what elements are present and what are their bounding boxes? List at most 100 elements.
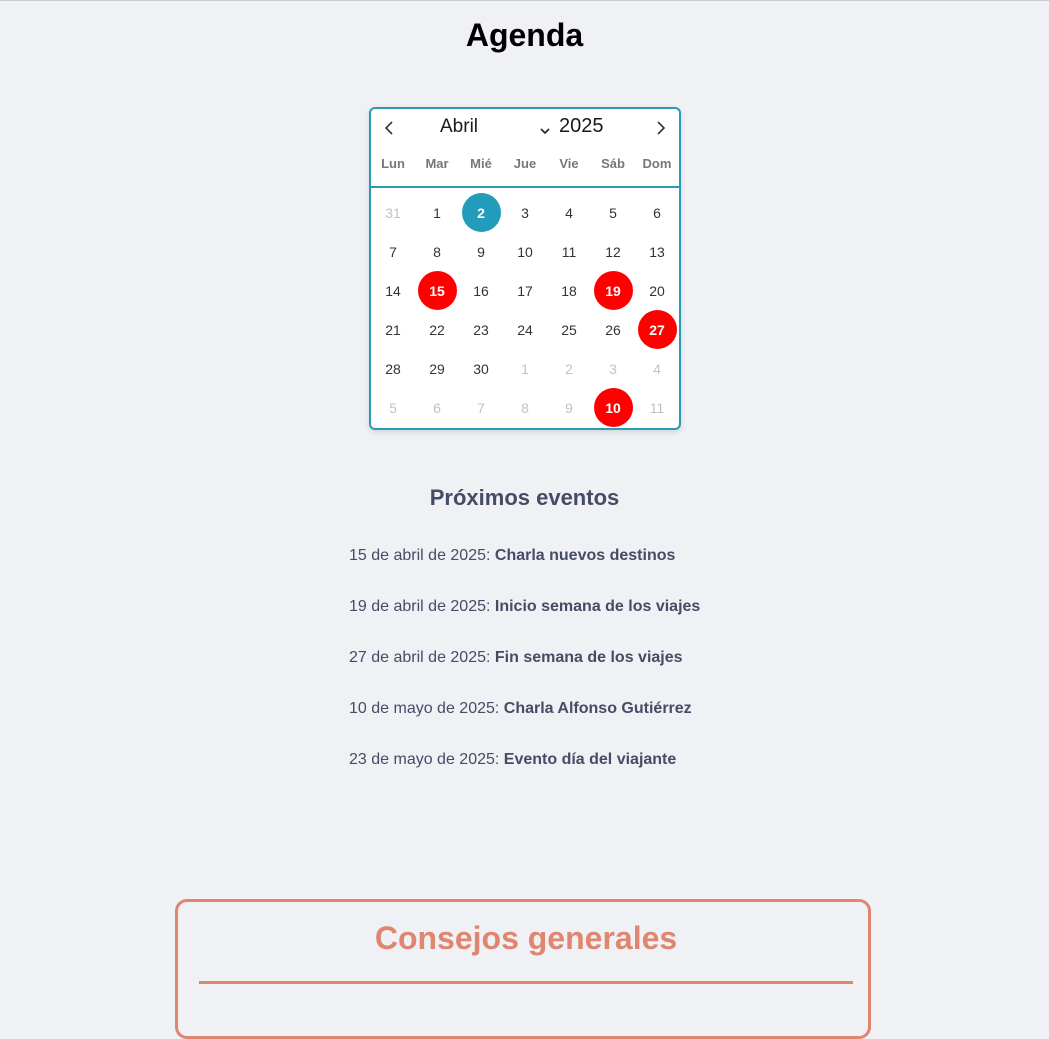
year-input[interactable]: 2025 [559,115,604,138]
day-number: 2 [565,360,573,377]
event-item: 27 de abril de 2025: Fin semana de los v… [349,648,700,699]
day-number: 7 [389,243,397,260]
event-date: 19 de abril de 2025: [349,598,495,615]
day-number: 27 [637,310,677,349]
event-date: 27 de abril de 2025: [349,649,495,666]
calendar-day[interactable]: 22 [415,310,459,349]
day-number: 5 [389,399,397,416]
calendar-day[interactable]: 2 [547,349,591,388]
calendar-day[interactable]: 3 [503,193,547,232]
day-number: 8 [433,243,441,260]
day-number: 25 [561,321,577,338]
day-number: 5 [609,204,617,221]
month-select[interactable]: Abril [440,116,478,138]
event-date: 10 de mayo de 2025: [349,700,504,717]
calendar-day[interactable]: 14 [371,271,415,310]
event-name: Fin semana de los viajes [494,649,683,666]
calendar-day[interactable]: 25 [547,310,591,349]
day-number: 22 [429,321,445,338]
event-date: 23 de mayo de 2025: [349,751,504,768]
day-number: 23 [473,321,489,338]
day-number: 1 [521,360,529,377]
day-number: 1 [433,204,441,221]
day-number: 4 [653,360,661,377]
event-name: Inicio semana de los viajes [494,598,701,615]
calendar-day[interactable]: 9 [459,232,503,271]
day-number: 4 [565,204,573,221]
event-item: 10 de mayo de 2025: Charla Alfonso Gutié… [349,699,700,750]
day-number: 19 [593,271,633,310]
day-number: 20 [649,282,665,299]
calendar-day[interactable]: 8 [503,388,547,427]
calendar-day[interactable]: 11 [635,388,679,427]
weekday-label: Lun [381,156,405,171]
events-title: Próximos eventos [429,485,620,510]
calendar-day[interactable]: 7 [459,388,503,427]
day-number: 12 [605,243,621,260]
day-number: 7 [477,399,485,416]
calendar-day[interactable]: 21 [371,310,415,349]
calendar-day[interactable]: 20 [635,271,679,310]
calendar-day[interactable]: 18 [547,271,591,310]
calendar-day[interactable]: 6 [635,193,679,232]
calendar-day[interactable]: 5 [591,193,635,232]
calendar-day[interactable]: 3 [591,349,635,388]
calendar-day-selected[interactable]: 2 [459,193,503,232]
weekday-label: Vie [559,156,579,171]
calendar-day[interactable]: 13 [635,232,679,271]
tips-card: Consejos generales [175,899,871,1039]
chevron-right-icon[interactable] [653,119,669,137]
day-number: 3 [609,360,617,377]
calendar-day[interactable]: 28 [371,349,415,388]
day-number: 16 [473,282,489,299]
calendar-day[interactable]: 10 [503,232,547,271]
calendar-day[interactable]: 31 [371,193,415,232]
event-name: Charla nuevos destinos [494,547,676,564]
calendar-day[interactable]: 29 [415,349,459,388]
calendar-day[interactable]: 6 [415,388,459,427]
event-item: 23 de mayo de 2025: Evento día del viaja… [349,750,700,801]
weekday-row: Lun Mar Mié Jue Vie Sáb Dom [371,156,679,171]
weekday-label: Mié [470,156,492,171]
calendar-day[interactable]: 4 [635,349,679,388]
day-number: 29 [429,360,445,377]
calendar-day[interactable]: 8 [415,232,459,271]
calendar-day[interactable]: 16 [459,271,503,310]
calendar-day[interactable]: 7 [371,232,415,271]
event-name: Evento día del viajante [503,751,677,768]
calendar-day[interactable]: 12 [591,232,635,271]
day-number: 10 [517,243,533,260]
calendar-day-event[interactable]: 19 [591,271,635,310]
calendar-day-event[interactable]: 15 [415,271,459,310]
calendar-day[interactable]: 5 [371,388,415,427]
day-number: 9 [477,243,485,260]
event-name: Charla Alfonso Gutiérrez [503,700,692,717]
calendar-day[interactable]: 24 [503,310,547,349]
calendar-day[interactable]: 4 [547,193,591,232]
calendar-day[interactable]: 9 [547,388,591,427]
calendar: Abril 2025 Lun Mar Mié Jue Vie Sáb Dom 3… [369,107,681,430]
chevron-down-icon[interactable] [539,123,551,135]
weekday-label: Mar [425,156,449,171]
day-number: 28 [385,360,401,377]
calendar-day[interactable]: 23 [459,310,503,349]
day-number: 17 [517,282,533,299]
calendar-day[interactable]: 26 [591,310,635,349]
calendar-day[interactable]: 1 [415,193,459,232]
event-item: 19 de abril de 2025: Inicio semana de lo… [349,597,700,648]
calendar-days-grid: 31 1 2 3 4 5 6 7 8 9 10 11 12 13 14 15 16 17 18 19 20 21 22 23 2… [371,193,679,427]
weekday-label: Dom [642,156,672,171]
calendar-day[interactable]: 1 [503,349,547,388]
calendar-day[interactable]: 30 [459,349,503,388]
day-number: 30 [473,360,489,377]
chevron-left-icon[interactable] [381,119,397,137]
calendar-day-event[interactable]: 27 [635,310,679,349]
event-item: 15 de abril de 2025: Charla nuevos desti… [349,546,700,597]
day-number: 6 [433,399,441,416]
day-number: 21 [385,321,401,338]
calendar-day[interactable]: 17 [503,271,547,310]
events-list: 15 de abril de 2025: Charla nuevos desti… [349,546,700,801]
calendar-day-event[interactable]: 10 [591,388,635,427]
tips-title: Consejos generales [374,920,678,956]
calendar-day[interactable]: 11 [547,232,591,271]
